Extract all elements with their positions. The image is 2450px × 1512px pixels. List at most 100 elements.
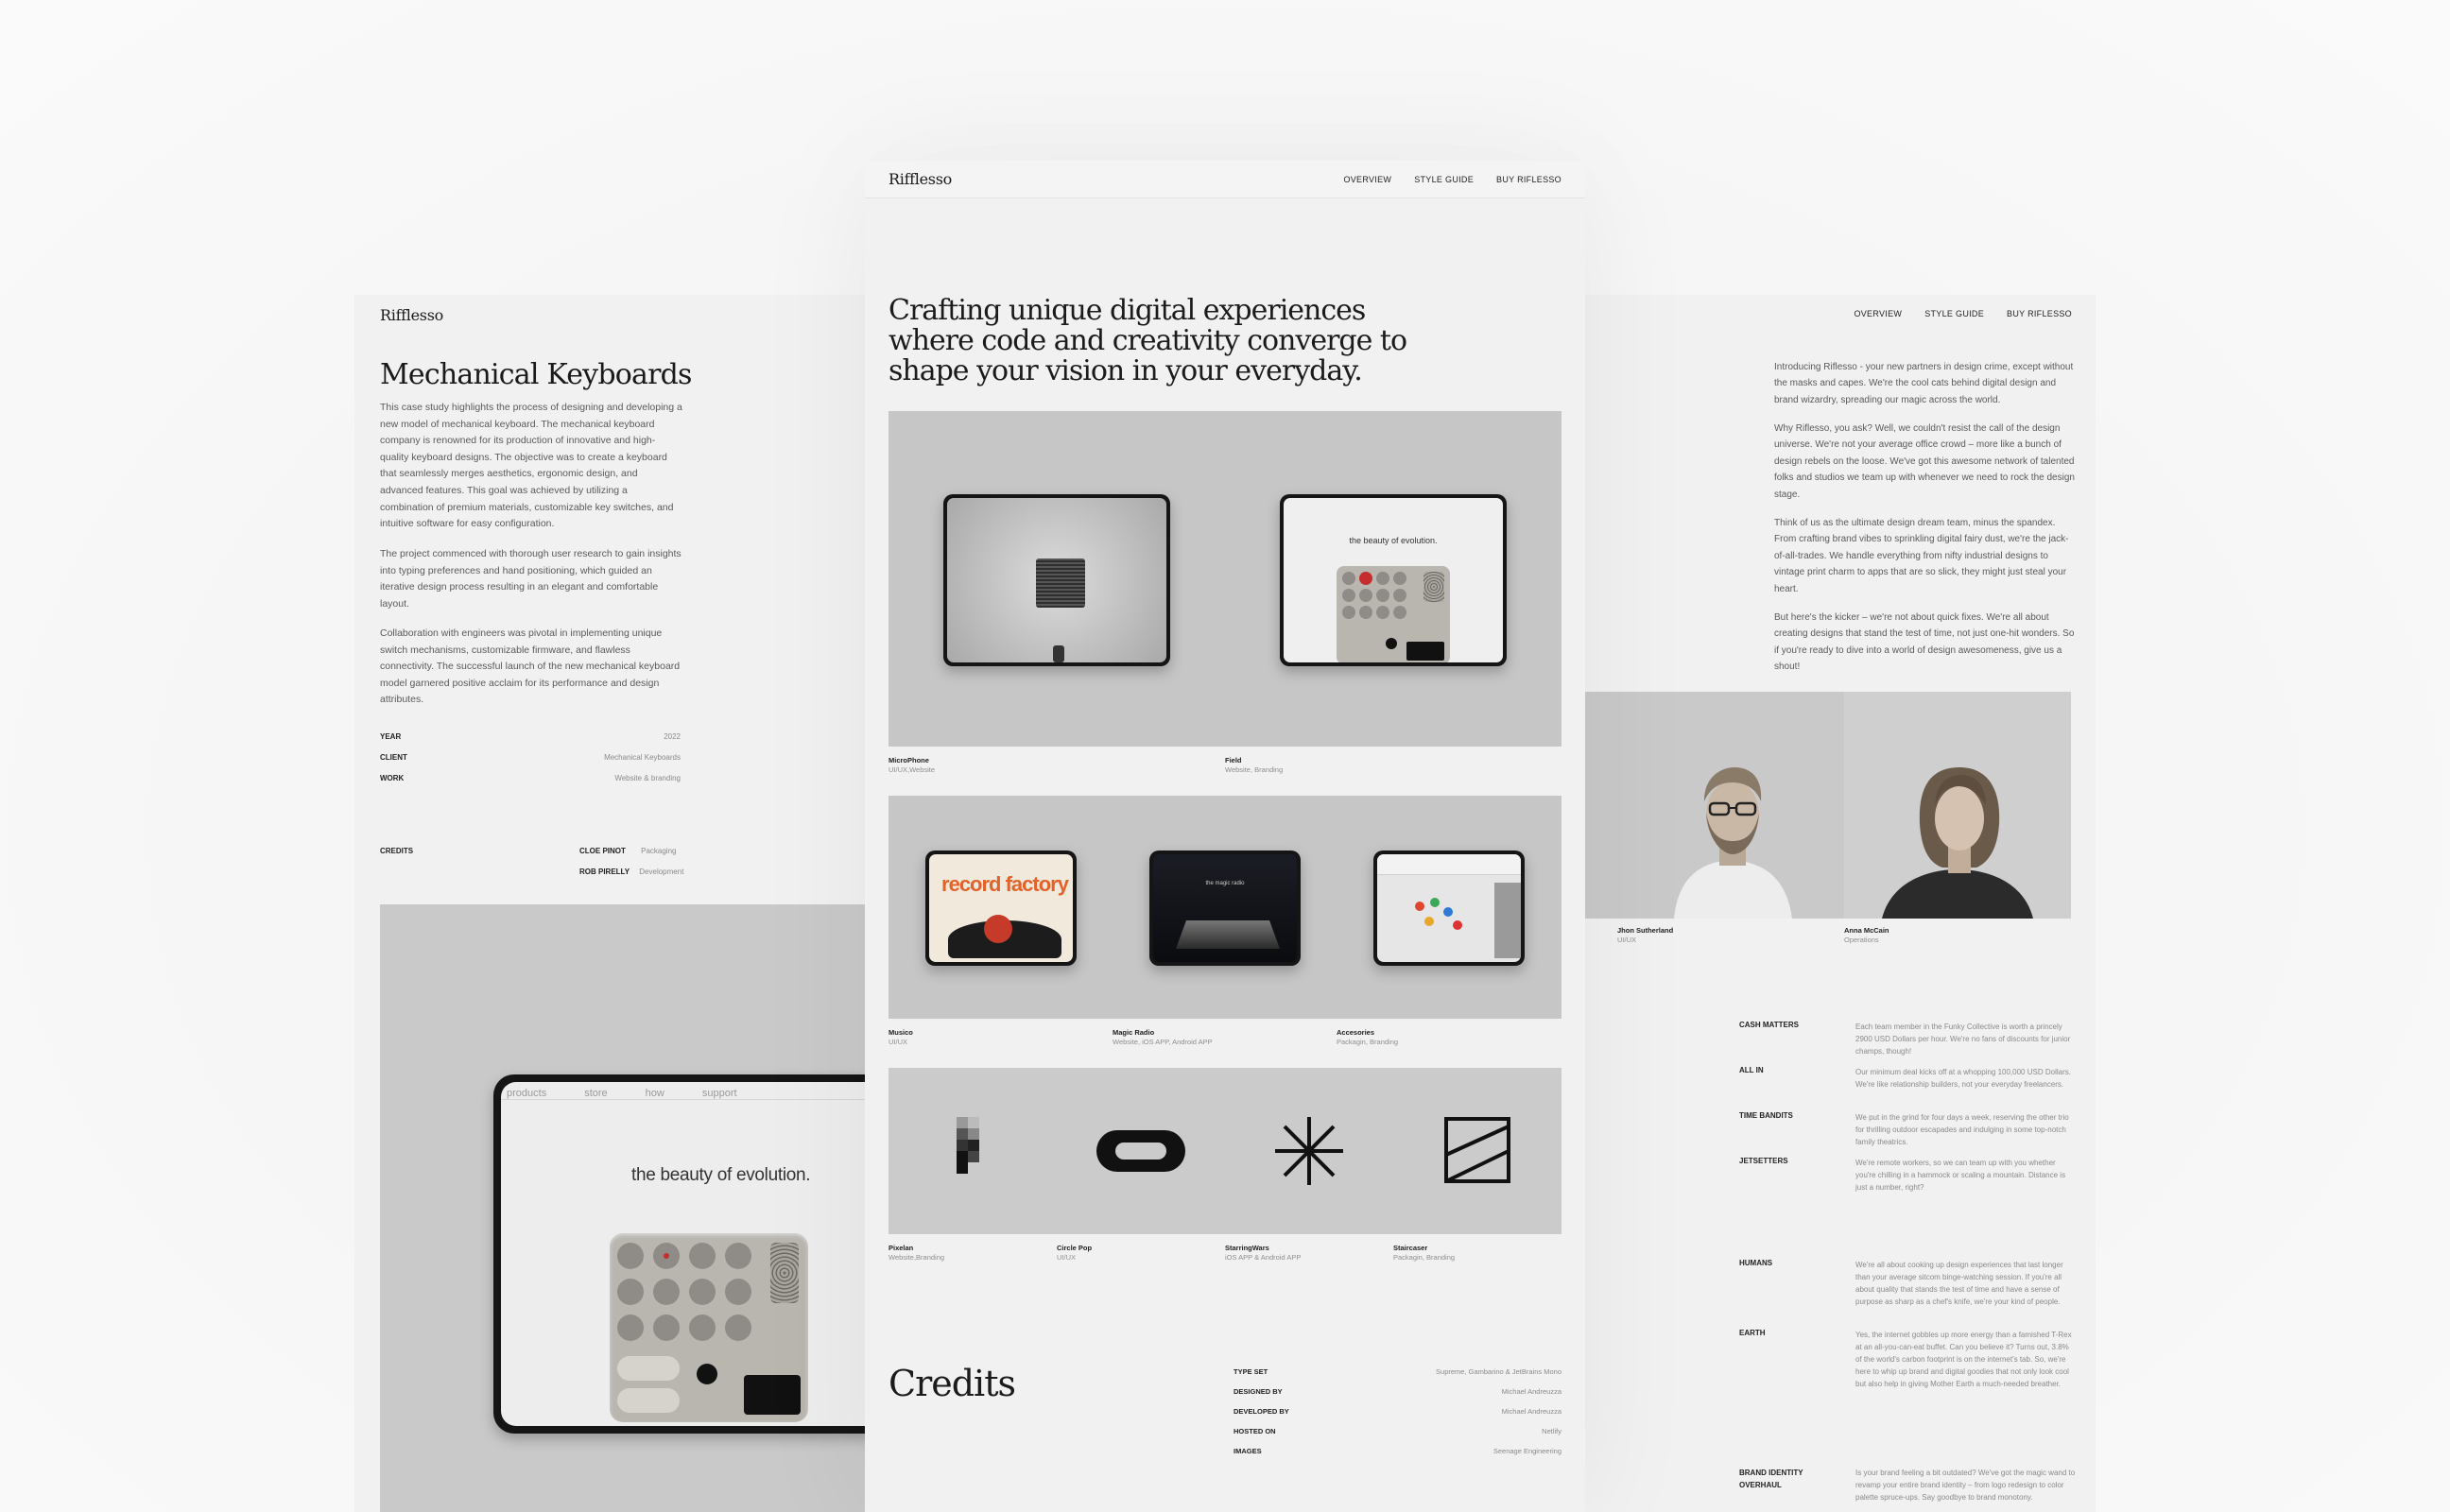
project-card-musico[interactable]: record factory xyxy=(889,796,1113,1019)
project-tags: UI/UX xyxy=(889,1038,908,1046)
hero-tagline: the beauty of evolution. xyxy=(631,1165,811,1185)
nav-buy[interactable]: BUY RIFLESSO xyxy=(1496,175,1561,184)
credit-row: HOSTED ON Netlify xyxy=(1234,1427,1561,1435)
screen-title: the magic radio xyxy=(1205,881,1245,886)
team-name: Jhon Sutherland xyxy=(1617,926,1674,935)
team-photo-jhon xyxy=(1617,692,1844,919)
project-title: MicroPhone xyxy=(889,756,929,765)
meta-row-client: CLIENT Mechanical Keyboards xyxy=(380,753,681,762)
asterisk-logo-icon xyxy=(1275,1117,1343,1185)
project-card-circle-pop[interactable] xyxy=(1057,1068,1225,1234)
about-paragraph: Why Riflesso, you ask? Well, we couldn't… xyxy=(1774,423,2075,500)
credit-row: TYPE SET Supreme, Gambarino & JetBrains M… xyxy=(1234,1367,1561,1376)
credits-heading: Credits xyxy=(889,1363,1016,1404)
pill-logo-icon xyxy=(1096,1130,1185,1172)
keyboard-device xyxy=(610,1233,808,1422)
project-caption[interactable]: Magic Radio Website, iOS APP, Android AP… xyxy=(1113,1028,1213,1047)
nav-style-guide[interactable]: STYLE GUIDE xyxy=(1924,309,1984,318)
nav-overview[interactable]: OVERVIEW xyxy=(1343,175,1391,184)
project-card-accesories[interactable] xyxy=(1337,796,1561,1019)
project-tags: Website,Branding xyxy=(889,1253,945,1262)
about-paragraph: Think of us as the ultimate design dream… xyxy=(1774,518,2069,594)
credit-role: Development xyxy=(639,868,684,876)
staircase-logo-icon xyxy=(1444,1117,1510,1183)
project-title: Magic Radio xyxy=(1113,1028,1155,1037)
credit-row: DEVELOPED BY Michael Andreuzza xyxy=(1234,1407,1561,1416)
project-tags: Website, iOS APP, Android APP xyxy=(1113,1038,1213,1046)
project-card-pixelan[interactable] xyxy=(889,1068,1057,1234)
portrait-woman xyxy=(1844,692,2071,919)
project-tags: Packagin, Branding xyxy=(1393,1253,1456,1262)
project-caption[interactable]: Pixelan Website,Branding xyxy=(889,1244,944,1263)
top-nav: OVERVIEW STYLE GUIDE BUY RIFLESSO xyxy=(1343,175,1561,184)
meta-key: YEAR xyxy=(380,732,402,741)
team-name: Anna McCain xyxy=(1844,926,1889,935)
credit-role: Packaging xyxy=(641,847,677,855)
project-caption[interactable]: Staircaser Packagin, Branding xyxy=(1393,1244,1455,1263)
credit-row: DESIGNED BY Michael Andreuzza xyxy=(1234,1387,1561,1396)
nav-buy[interactable]: BUY RIFLESSO xyxy=(2007,309,2072,318)
meta-value: 2022 xyxy=(664,732,681,741)
collaboration-paragraph: Collaboration with engineers was pivotal… xyxy=(380,627,681,706)
tablet-mockup xyxy=(943,494,1170,666)
research-paragraph: The project commenced with thorough user… xyxy=(380,548,682,610)
project-tags: UI/UX,Website xyxy=(889,765,936,774)
tablet-mockup: products store how support the beauty of ev… xyxy=(493,1074,865,1434)
hero-image: products store how support the beauty of ev… xyxy=(380,904,865,1512)
meta-key: WORK xyxy=(380,774,405,782)
screen-title: record factory xyxy=(941,872,1069,896)
meta-key: CLIENT xyxy=(380,753,407,762)
project-card-starring-wars[interactable] xyxy=(1225,1068,1393,1234)
meta-value: Mechanical Keyboards xyxy=(604,753,681,762)
credit-row: IMAGES Seenage Engineering xyxy=(1234,1447,1561,1455)
project-caption[interactable]: Field Website, Branding xyxy=(1225,756,1283,775)
brand-logo[interactable]: Rifflesso xyxy=(889,170,952,188)
project-tags: iOS APP & Android APP xyxy=(1225,1253,1302,1262)
project-title: StarringWars xyxy=(1225,1244,1269,1252)
project-caption[interactable]: Musico UI/UX xyxy=(889,1028,913,1047)
page-title: Mechanical Keyboards xyxy=(380,358,692,391)
case-study-page: Rifflesso Mechanical Keyboards This case… xyxy=(354,295,865,1512)
team-role: UI/UX xyxy=(1617,936,1637,944)
project-title: Accesories xyxy=(1337,1028,1375,1037)
project-card-microphone[interactable] xyxy=(889,411,1225,747)
portrait-man xyxy=(1617,692,1844,919)
about-page: OVERVIEW STYLE GUIDE BUY RIFLESSO Introd… xyxy=(1585,295,2096,1512)
credit-entry: ROB PIRELLY Development xyxy=(579,868,683,876)
team-photo-partial xyxy=(1585,692,1617,919)
hero-headline: Crafting unique digital experiences wher… xyxy=(889,294,1407,387)
project-card-staircaser[interactable] xyxy=(1393,1068,1561,1234)
project-title: Field xyxy=(1225,756,1242,765)
tablet-mockup xyxy=(1373,850,1525,966)
team-caption: Jhon Sutherland UI/UX xyxy=(1617,926,1673,945)
credit-name: ROB PIRELLY xyxy=(579,868,630,876)
meta-row-work: WORK Website & branding xyxy=(380,774,681,782)
tablet-mockup: record factory xyxy=(925,850,1077,966)
about-paragraph: Introducing Riflesso - your new partners… xyxy=(1774,362,2074,405)
pixel-logo-icon xyxy=(957,1117,979,1174)
tablet-mockup: the beauty of evolution. xyxy=(1280,494,1507,666)
project-tags: UI/UX xyxy=(1057,1253,1077,1262)
meta-value: Website & branding xyxy=(614,774,681,782)
project-tags: Website, Branding xyxy=(1225,765,1284,774)
about-paragraph: But here's the kicker – we're not about … xyxy=(1774,612,2075,673)
credits-label: CREDITS xyxy=(380,847,414,855)
nav-overview[interactable]: OVERVIEW xyxy=(1854,309,1902,318)
team-role: Operations xyxy=(1844,936,1879,944)
project-title: Circle Pop xyxy=(1057,1244,1093,1252)
project-tags: Packagin, Branding xyxy=(1337,1038,1399,1046)
tablet-mockup: the magic radio xyxy=(1149,850,1301,966)
screen-tagline: the beauty of evolution. xyxy=(1349,536,1438,545)
project-card-field[interactable]: the beauty of evolution. xyxy=(1225,411,1561,747)
project-caption[interactable]: StarringWars iOS APP & Android APP xyxy=(1225,1244,1301,1263)
brand-logo[interactable]: Rifflesso xyxy=(380,306,443,324)
nav-style-guide[interactable]: STYLE GUIDE xyxy=(1414,175,1474,184)
project-caption[interactable]: Circle Pop UI/UX xyxy=(1057,1244,1092,1263)
portfolio-home-page: Rifflesso OVERVIEW STYLE GUIDE BUY RIFLE… xyxy=(865,161,1585,1512)
project-caption[interactable]: MicroPhone UI/UX,Website xyxy=(889,756,935,775)
project-card-magic-radio[interactable]: the magic radio xyxy=(1113,796,1337,1019)
team-caption: Anna McCain Operations xyxy=(1844,926,1889,945)
project-title: Staircaser xyxy=(1393,1244,1428,1252)
project-caption[interactable]: Accesories Packagin, Branding xyxy=(1337,1028,1398,1047)
credit-name: CLOE PINOT xyxy=(579,847,626,855)
